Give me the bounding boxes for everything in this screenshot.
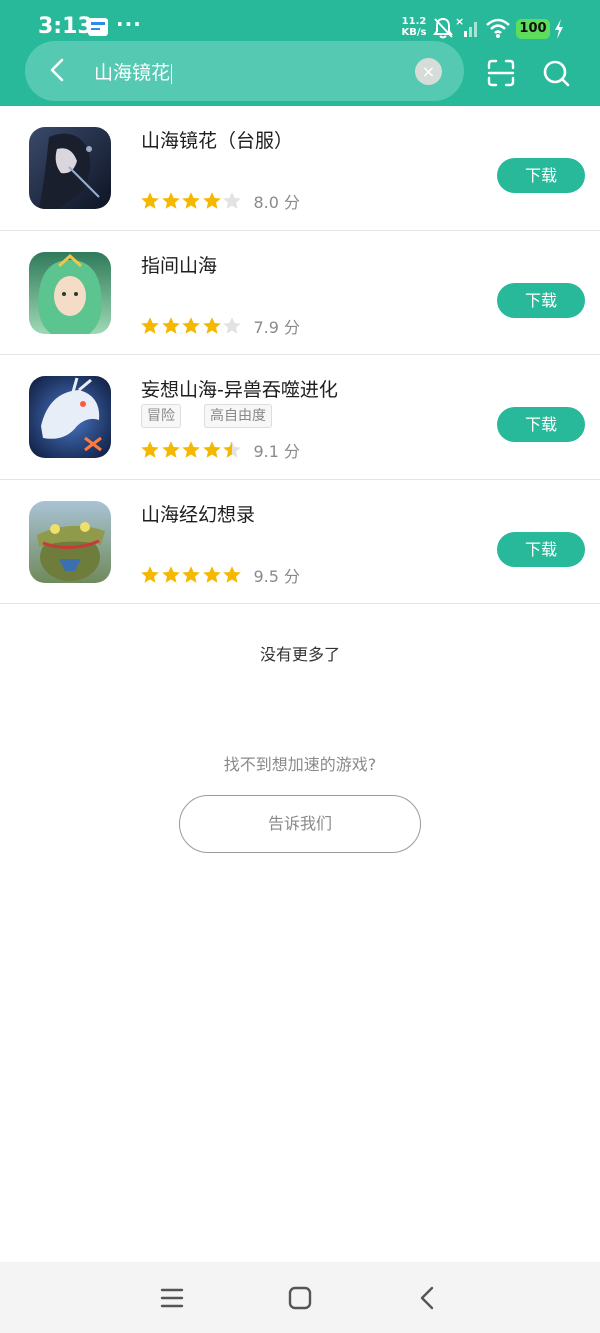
- game-name[interactable]: 山海镜花（台服）: [141, 126, 293, 153]
- star-empty-icon: [223, 316, 241, 334]
- cellular-signal-icon: ×: [455, 16, 477, 37]
- star-filled-icon: [182, 565, 200, 583]
- search-icon[interactable]: [541, 58, 571, 88]
- star-filled-icon: [202, 316, 221, 334]
- game-artwork: [29, 500, 111, 583]
- game-tag: 冒险: [141, 404, 181, 428]
- download-button[interactable]: 下载: [497, 282, 585, 318]
- content-sheet-bottom: [0, 1230, 600, 1262]
- game-result-row[interactable]: 指间山海 7.9 分 下载: [0, 231, 600, 355]
- game-artwork: [29, 127, 111, 209]
- game-name[interactable]: 妄想山海-异兽吞噬进化: [141, 375, 338, 402]
- rating-stars: [140, 191, 243, 211]
- home-icon[interactable]: [287, 1285, 313, 1311]
- game-rating: 9.1 分: [140, 438, 300, 462]
- star-filled-icon: [182, 192, 200, 209]
- cant-find-game-text: 找不到想加速的游戏?: [223, 755, 377, 774]
- star-filled-icon: [161, 316, 180, 334]
- search-input[interactable]: 山海镜花: [94, 58, 172, 85]
- game-name[interactable]: 山海经幻想录: [141, 500, 255, 527]
- rating-stars: [140, 316, 243, 336]
- app-header: 3:13 ··· 11.2 KB/s × 100 山海镜花 ×: [0, 0, 600, 106]
- star-filled-icon: [202, 441, 221, 458]
- network-speed: 11.2 KB/s: [398, 16, 430, 38]
- network-speed-value: 11.2: [401, 16, 427, 27]
- back-arrow-icon[interactable]: [44, 56, 72, 84]
- star-half-icon: [223, 441, 241, 458]
- star-filled-icon: [161, 565, 180, 583]
- search-bar[interactable]: [25, 41, 464, 101]
- game-result-row[interactable]: 妄想山海-异兽吞噬进化 冒险 高自由度 9.1 分 下载: [0, 355, 600, 480]
- download-button[interactable]: 下载: [497, 407, 585, 442]
- star-filled-icon: [182, 441, 200, 458]
- game-icon-wangxiang-shanhai[interactable]: [29, 376, 111, 458]
- game-artwork: [29, 376, 111, 458]
- search-results-list: 山海镜花（台服） 8.0 分 下载 指间山海 7.9 分 下载 妄想山海-异兽吞…: [0, 106, 600, 604]
- rating-score: 9.1 分: [253, 442, 301, 461]
- game-rating: 8.0 分: [140, 189, 300, 213]
- charging-bolt-icon: [555, 19, 563, 39]
- game-icon-shanhai-jinghua[interactable]: [29, 127, 111, 209]
- star-filled-icon: [223, 565, 241, 583]
- game-icon-shanhaijing-huanxianglu[interactable]: [29, 500, 111, 583]
- status-bar: 3:13 ··· 11.2 KB/s × 100: [0, 0, 600, 44]
- battery-indicator: 100: [516, 19, 550, 39]
- star-filled-icon: [141, 441, 159, 458]
- game-tag: 高自由度: [204, 404, 272, 428]
- scan-icon[interactable]: [486, 58, 516, 88]
- star-filled-icon: [202, 192, 221, 209]
- download-button[interactable]: 下载: [497, 531, 585, 567]
- star-filled-icon: [161, 192, 180, 209]
- game-rating: 9.5 分: [140, 563, 300, 587]
- menu-icon[interactable]: [159, 1285, 185, 1311]
- more-notifications-icon: ···: [116, 12, 142, 36]
- game-result-row[interactable]: 山海镜花（台服） 8.0 分 下载: [0, 106, 600, 231]
- back-icon[interactable]: [415, 1285, 441, 1311]
- tell-us-button[interactable]: 告诉我们: [179, 795, 421, 853]
- star-filled-icon: [141, 192, 159, 209]
- clear-search-icon[interactable]: ×: [415, 58, 442, 85]
- game-result-row[interactable]: 山海经幻想录 9.5 分 下载: [0, 480, 600, 604]
- rating-stars: [140, 440, 243, 460]
- network-speed-unit: KB/s: [401, 27, 427, 38]
- rating-stars: [140, 565, 243, 585]
- star-empty-icon: [223, 192, 241, 209]
- star-filled-icon: [141, 316, 159, 334]
- game-tags: 冒险 高自由度: [141, 404, 272, 428]
- notification-app-icon: [88, 18, 108, 36]
- rating-score: 8.0 分: [253, 193, 301, 212]
- svg-text:×: ×: [455, 16, 464, 28]
- star-filled-icon: [182, 316, 200, 334]
- rating-score: 7.9 分: [253, 317, 301, 337]
- game-rating: 7.9 分: [140, 314, 300, 338]
- star-filled-icon: [141, 565, 159, 583]
- download-button[interactable]: 下载: [497, 158, 585, 193]
- rating-score: 9.5 分: [253, 566, 301, 586]
- game-name[interactable]: 指间山海: [141, 251, 217, 278]
- wifi-icon: [486, 18, 510, 38]
- game-icon-zhijian-shanhai[interactable]: [29, 251, 111, 334]
- game-artwork: [29, 251, 111, 334]
- status-time: 3:13: [38, 14, 93, 39]
- star-filled-icon: [161, 441, 180, 458]
- bell-muted-icon: [433, 17, 453, 39]
- end-of-list-text: 没有更多了: [259, 645, 340, 664]
- star-filled-icon: [202, 565, 221, 583]
